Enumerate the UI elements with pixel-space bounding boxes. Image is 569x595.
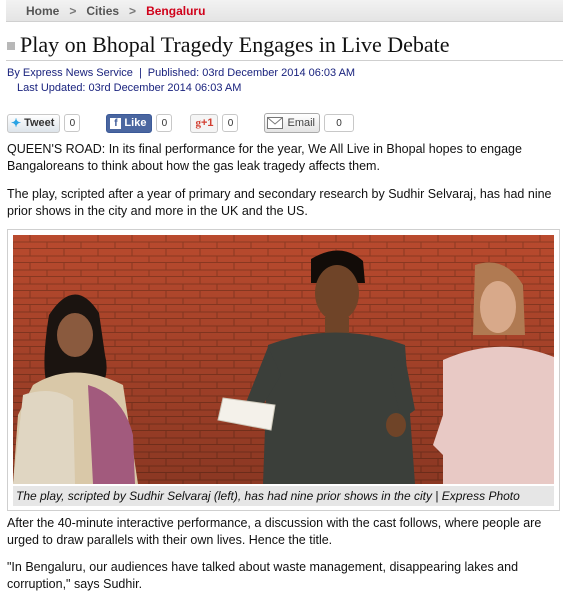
tweet-button[interactable]: ✦ Tweet <box>7 113 61 133</box>
published-date: Published: 03rd December 2014 06:03 AM <box>147 67 356 79</box>
like-button[interactable]: f Like <box>106 113 153 133</box>
email-count: 0 <box>324 114 354 132</box>
photo-frame: The play, scripted by Sudhir Selvaraj (l… <box>7 229 560 511</box>
breadcrumb-home[interactable]: Home <box>26 4 59 18</box>
bird-icon: ✦ <box>11 116 22 130</box>
email-label: Email <box>287 117 315 129</box>
title-row: Play on Bhopal Tragedy Engages in Live D… <box>7 32 450 58</box>
updated-date: Last Updated: 03rd December 2014 06:03 A… <box>17 82 242 94</box>
google-plus-count: 0 <box>222 114 239 132</box>
google-plus-button[interactable]: g +1 <box>190 113 219 133</box>
byline: By Express News Service <box>7 67 133 79</box>
breadcrumb-separator: > <box>129 3 137 18</box>
tweet-count: 0 <box>64 114 81 132</box>
article-paragraph: "In Bengaluru, our audiences have talked… <box>7 560 519 591</box>
meta-separator: | <box>138 67 142 79</box>
title-divider <box>6 60 563 61</box>
google-plus-label: +1 <box>200 117 214 129</box>
article-paragraph: The play, scripted after a year of prima… <box>7 187 552 218</box>
article-paragraph: QUEEN'S ROAD: In its final performance f… <box>7 142 522 173</box>
article-meta: By Express News Service | Published: 03rd … <box>7 66 355 96</box>
share-bar: ✦ Tweet 0 f Like 0 g +1 0 Email 0 <box>7 113 354 133</box>
like-label: Like <box>124 117 147 129</box>
breadcrumb-current[interactable]: Bengaluru <box>146 4 205 18</box>
envelope-icon <box>267 117 284 129</box>
email-button[interactable]: Email <box>264 113 320 133</box>
article-title: Play on Bhopal Tragedy Engages in Live D… <box>20 32 450 57</box>
breadcrumb: Home > Cities > Bengaluru <box>6 0 563 22</box>
article-paragraph: After the 40-minute interactive performa… <box>7 516 542 547</box>
article-photo[interactable] <box>13 235 554 484</box>
breadcrumb-cities[interactable]: Cities <box>86 4 119 18</box>
photo-caption: The play, scripted by Sudhir Selvaraj (l… <box>13 486 554 506</box>
photo-illustration <box>13 235 554 484</box>
breadcrumb-separator: > <box>69 3 77 18</box>
title-bullet-icon <box>7 42 15 50</box>
facebook-icon: f <box>110 117 122 129</box>
tweet-label: Tweet <box>24 117 55 129</box>
like-count: 0 <box>156 114 173 132</box>
